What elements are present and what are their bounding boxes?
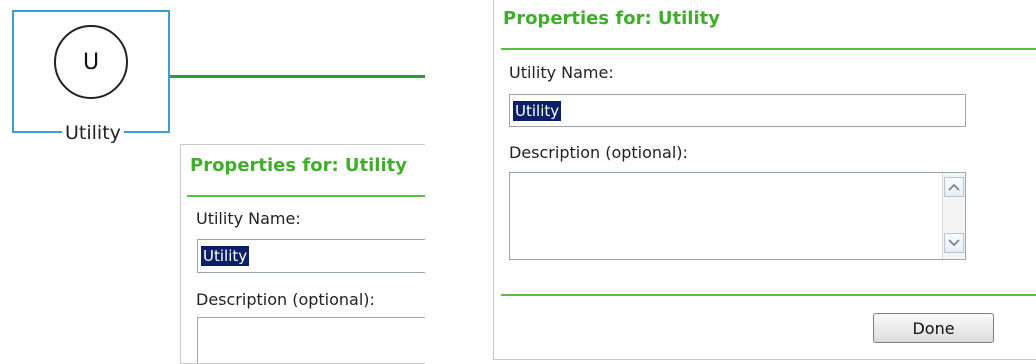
- description-label: Description (optional):: [509, 143, 688, 162]
- description-field[interactable]: [197, 317, 425, 363]
- description-label: Description (optional):: [196, 290, 375, 309]
- utility-node-letter: U: [82, 49, 100, 75]
- done-button[interactable]: Done: [873, 313, 994, 343]
- utility-node[interactable]: U Utility: [12, 10, 170, 144]
- title-divider: [501, 48, 1036, 50]
- utility-name-value: Utility: [201, 246, 250, 266]
- panel-title: Properties for: Utility: [190, 155, 407, 176]
- footer-divider: [501, 294, 1036, 296]
- properties-panel-back: Properties for: Utility Utility Name: Ut…: [180, 144, 425, 364]
- description-field[interactable]: [509, 172, 966, 260]
- utility-name-label: Utility Name:: [196, 209, 301, 228]
- utility-name-label: Utility Name:: [509, 63, 614, 82]
- scroll-down-icon[interactable]: [944, 233, 964, 253]
- utility-node-icon: U: [54, 25, 128, 99]
- utility-name-field[interactable]: Utility: [197, 239, 425, 273]
- properties-panel-front: Properties for: Utility Utility Name: Ut…: [493, 0, 1036, 360]
- utility-node-label: Utility: [62, 122, 124, 144]
- scroll-up-icon[interactable]: [944, 177, 964, 197]
- title-divider: [187, 195, 425, 197]
- connector-line: [170, 75, 425, 78]
- description-scrollbar[interactable]: [942, 173, 965, 259]
- utility-name-value: Utility: [513, 101, 562, 121]
- panel-title: Properties for: Utility: [503, 8, 720, 29]
- utility-name-field[interactable]: Utility: [509, 94, 966, 127]
